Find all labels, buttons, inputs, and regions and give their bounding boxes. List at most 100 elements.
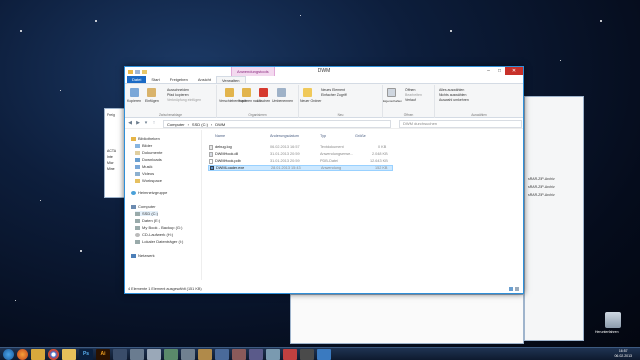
path-computer[interactable]: Computer <box>167 122 185 127</box>
new-folder-large-icon[interactable] <box>303 88 312 97</box>
explorer-window[interactable]: Anwendungstools DWM – □ ✕ Datei Start Fr… <box>124 66 524 294</box>
explorer-taskbar-icon[interactable] <box>31 348 45 360</box>
file-row[interactable]: debug.log 06.02.2013 16:57 Textdokument … <box>208 144 393 150</box>
copy-path-button[interactable]: Pfad kopieren <box>167 93 189 97</box>
nav-music[interactable]: Musik <box>135 164 152 169</box>
path-dwm[interactable]: DWM <box>215 122 225 127</box>
taskbar: Ps Ai 16:57 06.02.2013 <box>0 347 640 360</box>
app-icon-3[interactable] <box>147 348 161 360</box>
delete-icon[interactable] <box>259 88 268 97</box>
app-icon-4[interactable] <box>164 348 178 360</box>
chrome-icon[interactable] <box>48 348 59 360</box>
nav-drive-g[interactable]: My Book - Backup (G:) <box>135 225 182 230</box>
search-input[interactable]: DWM durchsuchen <box>399 120 522 128</box>
recent-locations-button[interactable]: ▾ <box>143 120 149 126</box>
column-size[interactable]: Größe <box>355 134 366 138</box>
delete-button[interactable]: Löschen <box>257 99 270 103</box>
recycle-bin-icon[interactable] <box>605 312 621 328</box>
invert-selection-button[interactable]: Auswahl umkehren <box>439 98 469 102</box>
new-item-button[interactable]: Neues Element <box>321 88 345 92</box>
nav-videos[interactable]: Videos <box>135 171 154 176</box>
system-clock[interactable]: 16:57 06.02.2013 <box>614 349 632 359</box>
background-window-right[interactable]: sRAR-ZIP-Archiv sRAR-ZIP-Archiv sRAR-ZIP… <box>524 96 584 341</box>
copy-button[interactable]: Kopieren <box>127 99 141 103</box>
app-icon-2[interactable] <box>130 348 144 360</box>
tab-ansicht[interactable]: Ansicht <box>193 76 216 83</box>
nav-drive-c[interactable]: SSD (C:) <box>135 211 158 216</box>
history-button[interactable]: Verlauf <box>405 98 416 102</box>
move-to-icon[interactable] <box>225 88 234 97</box>
large-icons-view-icon[interactable] <box>515 287 519 291</box>
forward-button[interactable]: ▶ <box>135 120 141 126</box>
nav-documents[interactable]: Dokumente <box>135 150 162 155</box>
app-icon-1[interactable] <box>113 348 127 360</box>
file-row-selected[interactable]: DWMLoader.exe 28.01.2013 15:43 Anwendung… <box>208 165 393 171</box>
paste-button[interactable]: Einfügen <box>145 99 159 103</box>
nav-network[interactable]: Netzwerk <box>131 253 155 258</box>
nav-downloads[interactable]: Downloads <box>135 157 162 162</box>
app-icon-9[interactable] <box>249 348 263 360</box>
group-label-select: Auswählen <box>471 113 487 117</box>
nav-pictures[interactable]: Bilder <box>135 143 152 148</box>
illustrator-icon[interactable]: Ai <box>96 348 110 360</box>
drive-icon <box>135 218 140 223</box>
app-icon-7[interactable] <box>215 348 229 360</box>
app-icon-8[interactable] <box>232 348 246 360</box>
column-type[interactable]: Typ <box>320 134 326 138</box>
nav-drive-i[interactable]: Lokaler Datenträger (I:) <box>135 239 183 244</box>
file-row[interactable]: DWMHook.pdb 31.01.2013 20:59 PDB-Datei 1… <box>208 158 393 164</box>
app-icon-10[interactable] <box>266 348 280 360</box>
tab-freigeben[interactable]: Freigeben <box>165 76 193 83</box>
nav-libraries[interactable]: Bibliotheken <box>131 136 160 141</box>
title-bar[interactable]: Anwendungstools DWM – □ ✕ <box>125 67 523 76</box>
easy-access-button[interactable]: Einfacher Zugriff <box>321 93 347 97</box>
nav-homegroup[interactable]: Heimnetzgruppe <box>131 190 167 195</box>
copy-to-icon[interactable] <box>242 88 251 97</box>
details-view-icon[interactable] <box>509 287 513 291</box>
app-icon-11[interactable] <box>283 348 297 360</box>
address-bar[interactable]: Computer › SSD (C:) › DWM <box>163 120 391 128</box>
rename-icon[interactable] <box>277 88 286 97</box>
nav-drive-e[interactable]: Daten (E:) <box>135 218 160 223</box>
select-none-button[interactable]: Nichts auswählen <box>439 93 466 97</box>
tab-start[interactable]: Start <box>146 76 164 83</box>
properties-button[interactable]: Eigenschaften <box>383 99 402 103</box>
up-button[interactable]: ↑ <box>151 120 157 126</box>
close-button[interactable]: ✕ <box>505 67 523 75</box>
exe-file-icon <box>210 166 214 170</box>
app-icon-12[interactable] <box>300 348 314 360</box>
tab-datei[interactable]: Datei <box>127 76 147 83</box>
column-name[interactable]: Name <box>215 134 225 138</box>
maximize-button[interactable]: □ <box>494 67 505 75</box>
file-row[interactable]: DWMHook.dll 31.01.2013 20:59 Anwendungse… <box>208 151 393 157</box>
app-icon-6[interactable] <box>198 348 212 360</box>
background-window-bottom[interactable] <box>290 294 524 344</box>
edit-button[interactable]: Bearbeiten <box>405 93 422 97</box>
photoshop-icon[interactable]: Ps <box>79 348 93 360</box>
bg-file-3: sRAR-ZIP-Archiv <box>528 193 555 197</box>
paste-icon[interactable] <box>147 88 156 97</box>
tab-verwalten[interactable]: Verwalten <box>215 76 246 83</box>
app-icon-5[interactable] <box>181 348 195 360</box>
group-label-organize: Organisieren <box>248 113 267 117</box>
nav-workspace[interactable]: Workspace <box>135 178 162 183</box>
minimize-button[interactable]: – <box>483 67 494 75</box>
new-folder-button[interactable]: Neuer Ordner <box>300 99 321 103</box>
select-all-button[interactable]: Alles auswählen <box>439 88 464 92</box>
firefox-icon[interactable] <box>17 348 28 360</box>
copy-icon[interactable] <box>130 88 139 97</box>
rename-button[interactable]: Umbenennen <box>272 99 293 103</box>
start-button[interactable] <box>3 348 14 360</box>
nav-drive-h[interactable]: CD-Laufwerk (H:) <box>135 232 173 237</box>
properties-large-icon[interactable] <box>387 88 396 97</box>
open-button[interactable]: Öffnen <box>405 88 415 92</box>
cut-button[interactable]: Ausschneiden <box>167 88 189 92</box>
path-ssd[interactable]: SSD (C:) <box>192 122 208 127</box>
app-icon-13[interactable] <box>317 348 331 360</box>
folder-taskbar-icon[interactable] <box>62 348 76 360</box>
group-label-clipboard: Zwischenablage <box>158 113 183 117</box>
column-date[interactable]: Änderungsdatum <box>270 134 299 138</box>
back-button[interactable]: ◀ <box>127 120 133 126</box>
nav-computer[interactable]: Computer <box>131 204 156 209</box>
paste-link-button[interactable]: Verknüpfung einfügen <box>167 98 201 102</box>
